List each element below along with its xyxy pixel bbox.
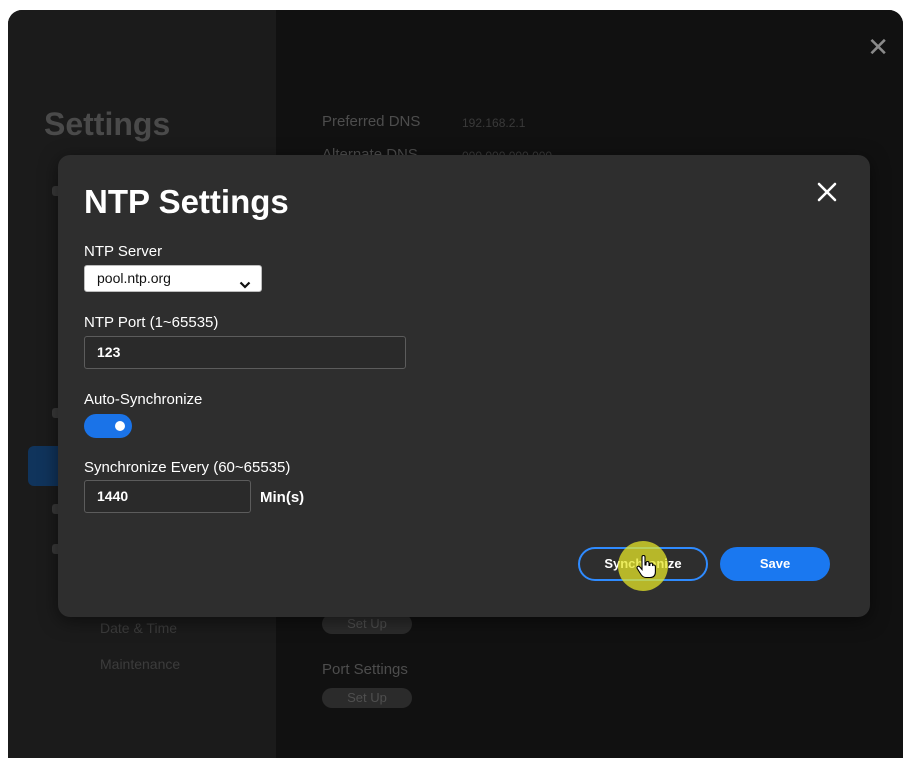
sync-unit-label: Min(s) <box>260 489 305 506</box>
auto-sync-toggle[interactable] <box>84 414 132 438</box>
sidebar-item-date-time[interactable]: Date & Time <box>100 620 177 636</box>
hand-cursor-icon <box>636 554 656 584</box>
sync-every-input[interactable]: 1440 <box>84 480 251 513</box>
sidebar-item-maintenance[interactable]: Maintenance <box>100 656 180 672</box>
ntp-server-label: NTP Server <box>84 243 163 260</box>
chevron-down-icon <box>239 273 251 289</box>
save-button[interactable]: Save <box>720 547 830 581</box>
sync-every-label: Synchronize Every (60~65535) <box>84 459 291 476</box>
dialog-title: NTP Settings <box>84 183 289 220</box>
auto-sync-label: Auto-Synchronize <box>84 391 203 408</box>
port-settings-label: Port Settings <box>322 661 408 678</box>
window-close-icon[interactable]: ✕ <box>867 32 889 63</box>
ntp-port-input[interactable]: 123 <box>84 336 406 369</box>
settings-title: Settings <box>44 106 171 142</box>
toggle-knob <box>115 421 125 431</box>
preferred-dns-value: 192.168.2.1 <box>462 116 526 130</box>
setup-button[interactable]: Set Up <box>322 614 412 634</box>
preferred-dns-label: Preferred DNS <box>322 113 421 130</box>
ntp-server-select[interactable]: pool.ntp.org <box>84 265 262 292</box>
ntp-server-value: pool.ntp.org <box>97 270 171 286</box>
ntp-port-label: NTP Port (1~65535) <box>84 314 219 331</box>
port-settings-setup-button[interactable]: Set Up <box>322 688 412 708</box>
close-icon[interactable] <box>816 181 838 203</box>
ntp-settings-dialog: NTP Settings NTP Server pool.ntp.org NTP… <box>58 155 870 617</box>
